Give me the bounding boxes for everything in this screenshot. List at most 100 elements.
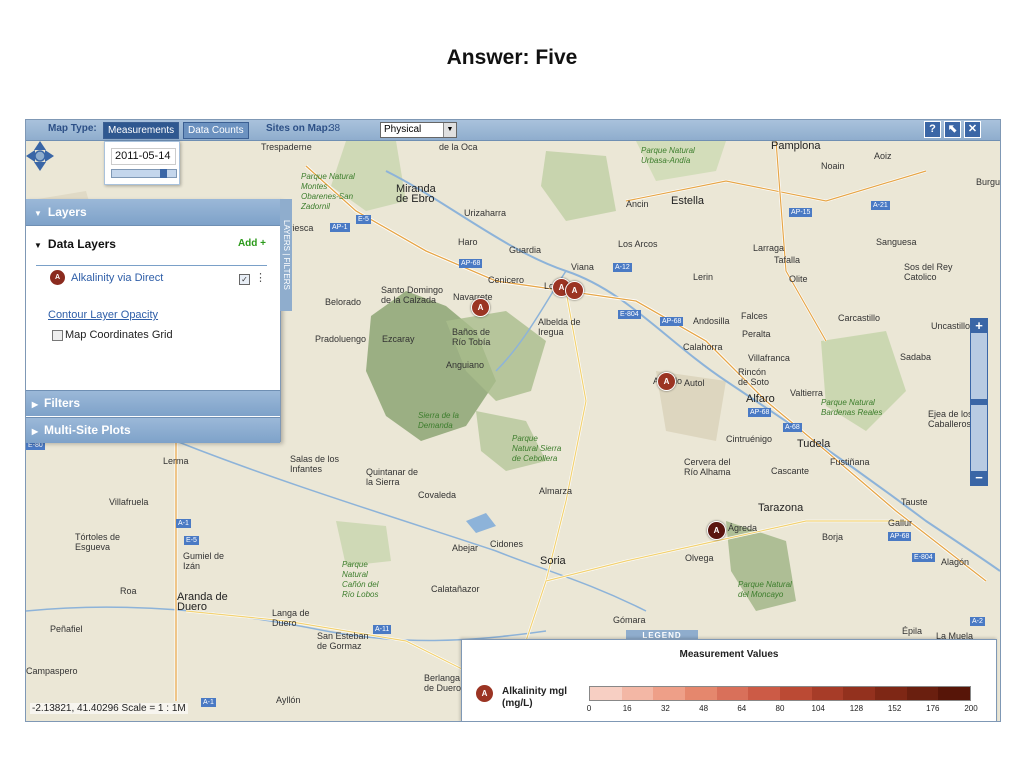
legend-panel: Measurement Values A Alkalinity mgl (mg/…: [461, 639, 997, 721]
date-slider-thumb[interactable]: [160, 169, 168, 178]
map-type-label: Map Type:: [48, 123, 97, 134]
map-toolbar: Map Type: Measurements Data Counts Sites…: [26, 120, 1000, 141]
place-label: Carcastillo: [838, 313, 881, 323]
color-ramp: [589, 686, 971, 701]
pan-control-icon[interactable]: [26, 141, 54, 171]
road-shield: AP-1: [330, 223, 350, 232]
place-label: Almarza: [539, 486, 573, 496]
place-label: Pradoluengo: [315, 334, 367, 344]
place-label: Anguiano: [446, 360, 485, 370]
help-icon[interactable]: ?: [924, 121, 941, 138]
place-label: Peñafiel: [50, 624, 83, 634]
site-marker[interactable]: A: [707, 521, 726, 540]
place-label: Tórtoles de Esgueva: [75, 532, 121, 552]
data-counts-button[interactable]: Data Counts: [183, 122, 249, 139]
place-label: Roa: [120, 586, 137, 596]
road-shield: AP-15: [789, 208, 813, 217]
layers-header[interactable]: ▼ Layers: [26, 199, 280, 226]
alkalinity-legend-icon: A: [476, 685, 493, 702]
place-label: Falces: [741, 311, 768, 321]
place-label: Alfaro: [746, 393, 775, 405]
place-label: Cintruénigo: [726, 434, 773, 444]
add-layer-link[interactable]: Add +: [238, 238, 266, 249]
place-label: Rincón de Soto: [738, 367, 770, 387]
date-field[interactable]: 2011-05-14: [111, 148, 176, 165]
place-label: Gómara: [613, 615, 646, 625]
place-label: Tudela: [797, 438, 831, 450]
place-label: Guardia: [509, 245, 542, 255]
basemap-value: Physical: [384, 124, 422, 135]
place-label: Ágreda: [728, 523, 758, 533]
place-label: Tauste: [901, 497, 928, 507]
color-ramp-swatch: [748, 687, 781, 700]
place-label: Autol: [684, 378, 705, 388]
color-ramp-tick: 104: [811, 704, 825, 713]
color-ramp-tick: 176: [926, 704, 940, 713]
date-slider[interactable]: [111, 169, 177, 178]
place-label: Quintanar de la Sierra: [366, 467, 419, 487]
layer-name-link[interactable]: Alkalinity via Direct: [71, 272, 163, 284]
zoom-slider[interactable]: + −: [970, 318, 988, 486]
coordinates-readout: -2.13821, 41.40296 Scale = 1 : 1M: [30, 703, 188, 714]
zoom-out-icon[interactable]: −: [971, 471, 987, 485]
legend-series-name: Alkalinity mgl (mg/L): [502, 686, 568, 709]
site-marker[interactable]: A: [565, 281, 584, 300]
park-label: Parque Natural Bardenas Reales: [821, 398, 883, 417]
place-label: Tafalla: [774, 255, 801, 265]
expand-triangle-icon: ▶: [31, 427, 39, 436]
zoom-in-icon[interactable]: +: [971, 319, 987, 333]
layer-options-icon[interactable]: ⋮: [255, 271, 266, 284]
road-shield: A-1: [176, 519, 191, 528]
color-ramp-swatch: [843, 687, 876, 700]
filters-header[interactable]: ▶ Filters: [26, 390, 280, 416]
place-label: Noain: [821, 161, 845, 171]
basemap-select[interactable]: Physical ▼: [380, 122, 457, 138]
measurements-button[interactable]: Measurements: [103, 122, 180, 139]
close-icon[interactable]: ✕: [964, 121, 981, 138]
slide-title: Answer: Five: [446, 46, 578, 69]
zoom-thumb[interactable]: [971, 399, 987, 405]
place-label: Albelda de Iregua: [538, 317, 581, 337]
park-label: Parque Natural del Moncayo: [738, 580, 792, 599]
print-icon[interactable]: ⬉: [944, 121, 961, 138]
color-ramp-tick: 16: [622, 704, 632, 713]
road-shield: A-2: [970, 617, 985, 626]
place-label: de la Oca: [439, 142, 478, 152]
divider: [36, 265, 267, 266]
place-label: Salas de los Infantes: [290, 454, 340, 474]
place-label: Cervera del Río Alhama: [684, 457, 731, 477]
place-label: Berlanga de Duero: [424, 673, 462, 693]
layers-header-label: Layers: [47, 205, 87, 219]
data-layers-title[interactable]: ▼ Data Layers: [34, 237, 116, 251]
place-label: Ayllón: [276, 695, 301, 705]
road-shield: A-11: [373, 625, 392, 634]
place-label: Trespaderne: [261, 142, 312, 152]
color-ramp-swatch: [621, 687, 654, 700]
park-label: Parque Natural Cañón del Río Lobos: [342, 560, 379, 599]
layers-filters-side-tab[interactable]: LAYERS | FILTERS: [280, 199, 292, 311]
place-label: Pamplona: [771, 141, 821, 152]
place-label: Calahorra: [683, 342, 723, 352]
place-label: Sanguesa: [876, 237, 917, 247]
layer-visibility-checkbox[interactable]: ✓: [239, 274, 250, 285]
place-label: Aranda de Duero: [177, 591, 228, 613]
multisite-plots-header[interactable]: ▶ Multi-Site Plots: [26, 417, 280, 443]
coordinates-grid-label: Map Coordinates Grid: [65, 329, 173, 341]
road-shield: E-5: [184, 536, 199, 545]
place-label: Fustiñana: [830, 457, 870, 467]
road-shield: E-804: [912, 553, 935, 562]
site-marker[interactable]: A: [471, 298, 490, 317]
park-label: Sierra de la Demanda: [418, 411, 459, 430]
collapse-triangle-icon: ▼: [34, 241, 42, 250]
legend-title: Measurement Values: [679, 649, 779, 660]
color-ramp-tick: 48: [699, 704, 709, 713]
contour-opacity-link[interactable]: Contour Layer Opacity: [48, 309, 158, 321]
coordinates-grid-checkbox[interactable]: [52, 330, 63, 341]
road-shield: A-21: [871, 201, 890, 210]
place-label: Urizaharra: [464, 208, 507, 218]
color-ramp-tick: 128: [849, 704, 864, 713]
color-ramp-swatch: [653, 687, 686, 700]
site-marker[interactable]: A: [657, 372, 676, 391]
color-ramp-ticks: 0 16 32 48 64 80 104 128 152 176 200: [587, 704, 978, 714]
place-label: Gumiel de Izán: [183, 551, 225, 571]
